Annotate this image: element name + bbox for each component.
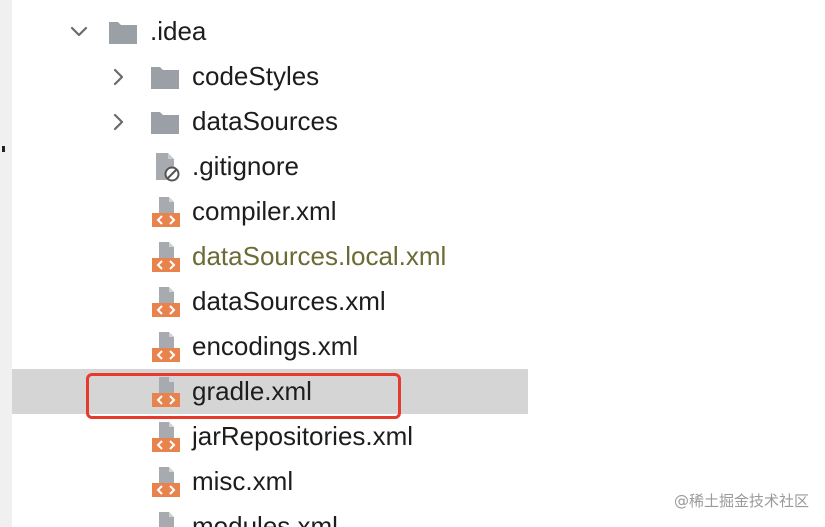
xml-file-icon xyxy=(150,195,184,229)
tree-row-label: jarRepositories.xml xyxy=(192,421,414,451)
tree-row-label: dataSources.local.xml xyxy=(192,241,447,271)
tree-row-label: .gitignore xyxy=(192,151,299,181)
tree-row-label: codeStyles xyxy=(192,61,320,91)
xml-file-icon xyxy=(150,510,184,527)
project-tree: .idea codeStyles dataSources .gitignore … xyxy=(12,0,528,527)
folder-icon xyxy=(106,15,140,49)
tree-row-label: .idea xyxy=(150,16,207,46)
tree-row-label: compiler.xml xyxy=(192,196,337,226)
tree-row-datasources-xml[interactable]: dataSources.xml xyxy=(12,279,528,324)
tree-row-gitignore[interactable]: .gitignore xyxy=(12,144,528,189)
chevron-right-icon[interactable] xyxy=(108,111,130,133)
chevron-right-icon[interactable] xyxy=(108,66,130,88)
tree-row-codestyles[interactable]: codeStyles xyxy=(12,54,528,99)
tree-row-datasources-local-xml[interactable]: dataSources.local.xml xyxy=(12,234,528,279)
xml-file-icon xyxy=(150,465,184,499)
screenshot-canvas: .idea codeStyles dataSources .gitignore … xyxy=(0,0,825,527)
tree-row-label: dataSources.xml xyxy=(192,286,386,316)
tree-row-jarrepositories-xml[interactable]: jarRepositories.xml xyxy=(12,414,528,459)
tree-row-encodings-xml[interactable]: encodings.xml xyxy=(12,324,528,369)
tree-row-compiler-xml[interactable]: compiler.xml xyxy=(12,189,528,234)
gutter-marker xyxy=(2,146,5,152)
xml-file-icon xyxy=(150,375,184,409)
xml-file-icon xyxy=(150,285,184,319)
tree-row-misc-xml[interactable]: misc.xml xyxy=(12,459,528,504)
watermark: @稀土掘金技术社区 xyxy=(673,492,809,510)
tree-row-label: encodings.xml xyxy=(192,331,359,361)
tree-row-label: modules.xml xyxy=(192,511,338,527)
tree-row-label: dataSources xyxy=(192,106,338,136)
tree-row-gradle-xml[interactable]: gradle.xml xyxy=(12,369,528,414)
tree-row-label: gradle.xml xyxy=(192,376,312,406)
left-gutter xyxy=(0,0,12,527)
tree-row-datasources[interactable]: dataSources xyxy=(12,99,528,144)
folder-icon xyxy=(148,105,182,139)
tree-row-modules-xml[interactable]: modules.xml xyxy=(12,504,528,527)
folder-icon xyxy=(148,60,182,94)
chevron-down-icon[interactable] xyxy=(68,21,90,43)
xml-file-icon xyxy=(150,420,184,454)
xml-file-icon xyxy=(150,330,184,364)
tree-row-idea[interactable]: .idea xyxy=(12,9,528,54)
tree-row-label: misc.xml xyxy=(192,466,294,496)
ignore-file-icon xyxy=(150,150,184,184)
xml-file-icon xyxy=(150,240,184,274)
